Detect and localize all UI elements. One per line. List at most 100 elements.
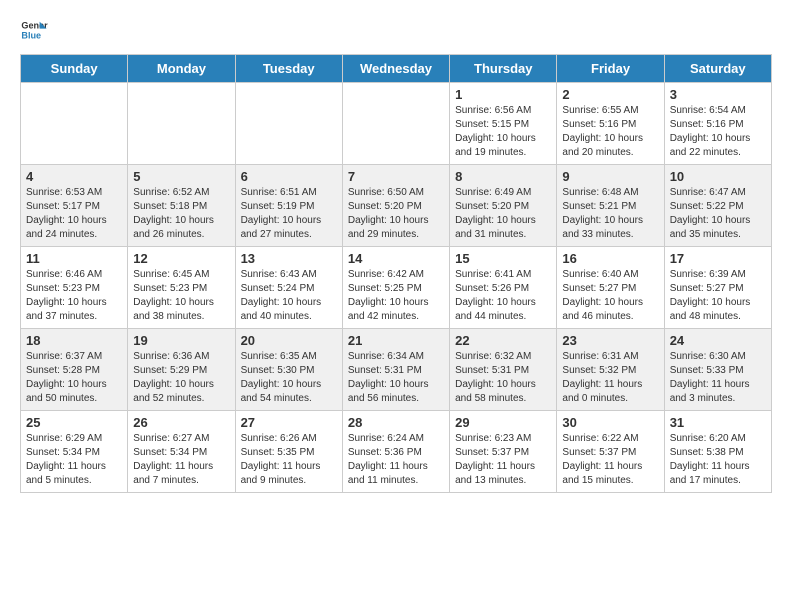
- day-info: Sunrise: 6:41 AM Sunset: 5:26 PM Dayligh…: [455, 268, 551, 324]
- day-number: 16: [562, 251, 658, 266]
- calendar-cell: [342, 83, 449, 165]
- calendar-cell: 29Sunrise: 6:23 AM Sunset: 5:37 PM Dayli…: [450, 411, 557, 493]
- day-number: 15: [455, 251, 551, 266]
- day-info: Sunrise: 6:53 AM Sunset: 5:17 PM Dayligh…: [26, 186, 122, 242]
- day-number: 9: [562, 169, 658, 184]
- calendar-cell: 20 Sunrise: 6:35 AM Sunset: 5:30 PM Dayli…: [235, 329, 342, 411]
- calendar-cell: 18 Sunrise: 6:37 AM Sunset: 5:28 PM Dayli…: [21, 329, 128, 411]
- calendar-week-row: 25 Sunrise: 6:29 AM Sunset: 5:34 PM Dayli…: [21, 411, 772, 493]
- day-info: Sunrise: 6:52 AM Sunset: 5:18 PM Dayligh…: [133, 186, 229, 242]
- day-number: 10: [670, 169, 766, 184]
- day-number: 22: [455, 333, 551, 348]
- header-friday: Friday: [557, 55, 664, 83]
- day-info: Sunrise: 6:30 AM Sunset: 5:33 PM Dayligh…: [670, 350, 766, 406]
- day-info: Sunrise: 6:29 AM Sunset: 5:34 PM Dayligh…: [26, 432, 122, 488]
- day-number: 1: [455, 87, 551, 102]
- calendar-week-row: 4 Sunrise: 6:53 AM Sunset: 5:17 PM Daylig…: [21, 165, 772, 247]
- calendar-cell: 14 Sunrise: 6:42 AM Sunset: 5:25 PM Dayli…: [342, 247, 449, 329]
- calendar-cell: 16 Sunrise: 6:40 AM Sunset: 5:27 PM Dayli…: [557, 247, 664, 329]
- day-number: 3: [670, 87, 766, 102]
- day-info: Sunrise: 6:48 AM Sunset: 5:21 PM Dayligh…: [562, 186, 658, 242]
- day-info: Sunrise: 6:55 AM Sunset: 5:16 PM Dayligh…: [562, 104, 658, 160]
- calendar-cell: [21, 83, 128, 165]
- calendar-cell: 5 Sunrise: 6:52 AM Sunset: 5:18 PM Daylig…: [128, 165, 235, 247]
- day-number: 4: [26, 169, 122, 184]
- calendar-cell: 24 Sunrise: 6:30 AM Sunset: 5:33 PM Dayli…: [664, 329, 771, 411]
- page-header: General Blue: [20, 16, 772, 44]
- header-saturday: Saturday: [664, 55, 771, 83]
- day-number: 23: [562, 333, 658, 348]
- day-info: Sunrise: 6:56 AM Sunset: 5:15 PM Dayligh…: [455, 104, 551, 160]
- calendar-table: SundayMondayTuesdayWednesdayThursdayFrid…: [20, 54, 772, 493]
- day-info: Sunrise: 6:45 AM Sunset: 5:23 PM Dayligh…: [133, 268, 229, 324]
- calendar-cell: 28Sunrise: 6:24 AM Sunset: 5:36 PM Dayli…: [342, 411, 449, 493]
- day-info: Sunrise: 6:22 AM Sunset: 5:37 PM Dayligh…: [562, 432, 658, 488]
- day-info: Sunrise: 6:34 AM Sunset: 5:31 PM Dayligh…: [348, 350, 444, 406]
- day-info: Sunrise: 6:31 AM Sunset: 5:32 PM Dayligh…: [562, 350, 658, 406]
- calendar-cell: 27Sunrise: 6:26 AM Sunset: 5:35 PM Dayli…: [235, 411, 342, 493]
- day-number: 25: [26, 415, 122, 430]
- day-number: 21: [348, 333, 444, 348]
- day-info: Sunrise: 6:37 AM Sunset: 5:28 PM Dayligh…: [26, 350, 122, 406]
- calendar-week-row: 18 Sunrise: 6:37 AM Sunset: 5:28 PM Dayli…: [21, 329, 772, 411]
- day-info: Sunrise: 6:46 AM Sunset: 5:23 PM Dayligh…: [26, 268, 122, 324]
- day-number: 30: [562, 415, 658, 430]
- day-number: 18: [26, 333, 122, 348]
- day-info: Sunrise: 6:40 AM Sunset: 5:27 PM Dayligh…: [562, 268, 658, 324]
- calendar-week-row: 11 Sunrise: 6:46 AM Sunset: 5:23 PM Dayli…: [21, 247, 772, 329]
- calendar-cell: 31 Sunrise: 6:20 AM Sunset: 5:38 PM Dayli…: [664, 411, 771, 493]
- calendar-cell: 13Sunrise: 6:43 AM Sunset: 5:24 PM Dayli…: [235, 247, 342, 329]
- day-info: Sunrise: 6:32 AM Sunset: 5:31 PM Dayligh…: [455, 350, 551, 406]
- day-info: Sunrise: 6:47 AM Sunset: 5:22 PM Dayligh…: [670, 186, 766, 242]
- day-info: Sunrise: 6:49 AM Sunset: 5:20 PM Dayligh…: [455, 186, 551, 242]
- calendar-cell: 9 Sunrise: 6:48 AM Sunset: 5:21 PM Daylig…: [557, 165, 664, 247]
- svg-text:General: General: [21, 21, 48, 31]
- day-info: Sunrise: 6:36 AM Sunset: 5:29 PM Dayligh…: [133, 350, 229, 406]
- day-number: 28: [348, 415, 444, 430]
- calendar-cell: 19 Sunrise: 6:36 AM Sunset: 5:29 PM Dayli…: [128, 329, 235, 411]
- calendar-header-row: SundayMondayTuesdayWednesdayThursdayFrid…: [21, 55, 772, 83]
- day-number: 13: [241, 251, 337, 266]
- calendar-cell: 11 Sunrise: 6:46 AM Sunset: 5:23 PM Dayli…: [21, 247, 128, 329]
- day-number: 2: [562, 87, 658, 102]
- day-number: 29: [455, 415, 551, 430]
- day-number: 24: [670, 333, 766, 348]
- day-number: 11: [26, 251, 122, 266]
- day-number: 19: [133, 333, 229, 348]
- day-number: 8: [455, 169, 551, 184]
- logo-icon: General Blue: [20, 16, 48, 44]
- day-number: 17: [670, 251, 766, 266]
- calendar-cell: 4 Sunrise: 6:53 AM Sunset: 5:17 PM Daylig…: [21, 165, 128, 247]
- calendar-cell: 8 Sunrise: 6:49 AM Sunset: 5:20 PM Daylig…: [450, 165, 557, 247]
- calendar-cell: 17 Sunrise: 6:39 AM Sunset: 5:27 PM Dayli…: [664, 247, 771, 329]
- header-monday: Monday: [128, 55, 235, 83]
- day-info: Sunrise: 6:27 AM Sunset: 5:34 PM Dayligh…: [133, 432, 229, 488]
- day-number: 20: [241, 333, 337, 348]
- calendar-cell: [128, 83, 235, 165]
- day-number: 27: [241, 415, 337, 430]
- day-info: Sunrise: 6:42 AM Sunset: 5:25 PM Dayligh…: [348, 268, 444, 324]
- calendar-cell: 12Sunrise: 6:45 AM Sunset: 5:23 PM Dayli…: [128, 247, 235, 329]
- svg-text:Blue: Blue: [21, 30, 41, 40]
- header-wednesday: Wednesday: [342, 55, 449, 83]
- header-thursday: Thursday: [450, 55, 557, 83]
- calendar-cell: 25 Sunrise: 6:29 AM Sunset: 5:34 PM Dayli…: [21, 411, 128, 493]
- calendar-cell: 30 Sunrise: 6:22 AM Sunset: 5:37 PM Dayli…: [557, 411, 664, 493]
- day-info: Sunrise: 6:54 AM Sunset: 5:16 PM Dayligh…: [670, 104, 766, 160]
- day-number: 5: [133, 169, 229, 184]
- day-info: Sunrise: 6:20 AM Sunset: 5:38 PM Dayligh…: [670, 432, 766, 488]
- day-number: 14: [348, 251, 444, 266]
- calendar-cell: 23 Sunrise: 6:31 AM Sunset: 5:32 PM Dayli…: [557, 329, 664, 411]
- calendar-cell: 26Sunrise: 6:27 AM Sunset: 5:34 PM Dayli…: [128, 411, 235, 493]
- header-sunday: Sunday: [21, 55, 128, 83]
- day-number: 31: [670, 415, 766, 430]
- calendar-cell: 1 Sunrise: 6:56 AM Sunset: 5:15 PM Daylig…: [450, 83, 557, 165]
- calendar-cell: 3 Sunrise: 6:54 AM Sunset: 5:16 PM Daylig…: [664, 83, 771, 165]
- calendar-week-row: 1 Sunrise: 6:56 AM Sunset: 5:15 PM Daylig…: [21, 83, 772, 165]
- calendar-cell: 7Sunrise: 6:50 AM Sunset: 5:20 PM Daylig…: [342, 165, 449, 247]
- day-number: 7: [348, 169, 444, 184]
- calendar-cell: 6Sunrise: 6:51 AM Sunset: 5:19 PM Daylig…: [235, 165, 342, 247]
- day-info: Sunrise: 6:39 AM Sunset: 5:27 PM Dayligh…: [670, 268, 766, 324]
- day-info: Sunrise: 6:35 AM Sunset: 5:30 PM Dayligh…: [241, 350, 337, 406]
- day-info: Sunrise: 6:51 AM Sunset: 5:19 PM Dayligh…: [241, 186, 337, 242]
